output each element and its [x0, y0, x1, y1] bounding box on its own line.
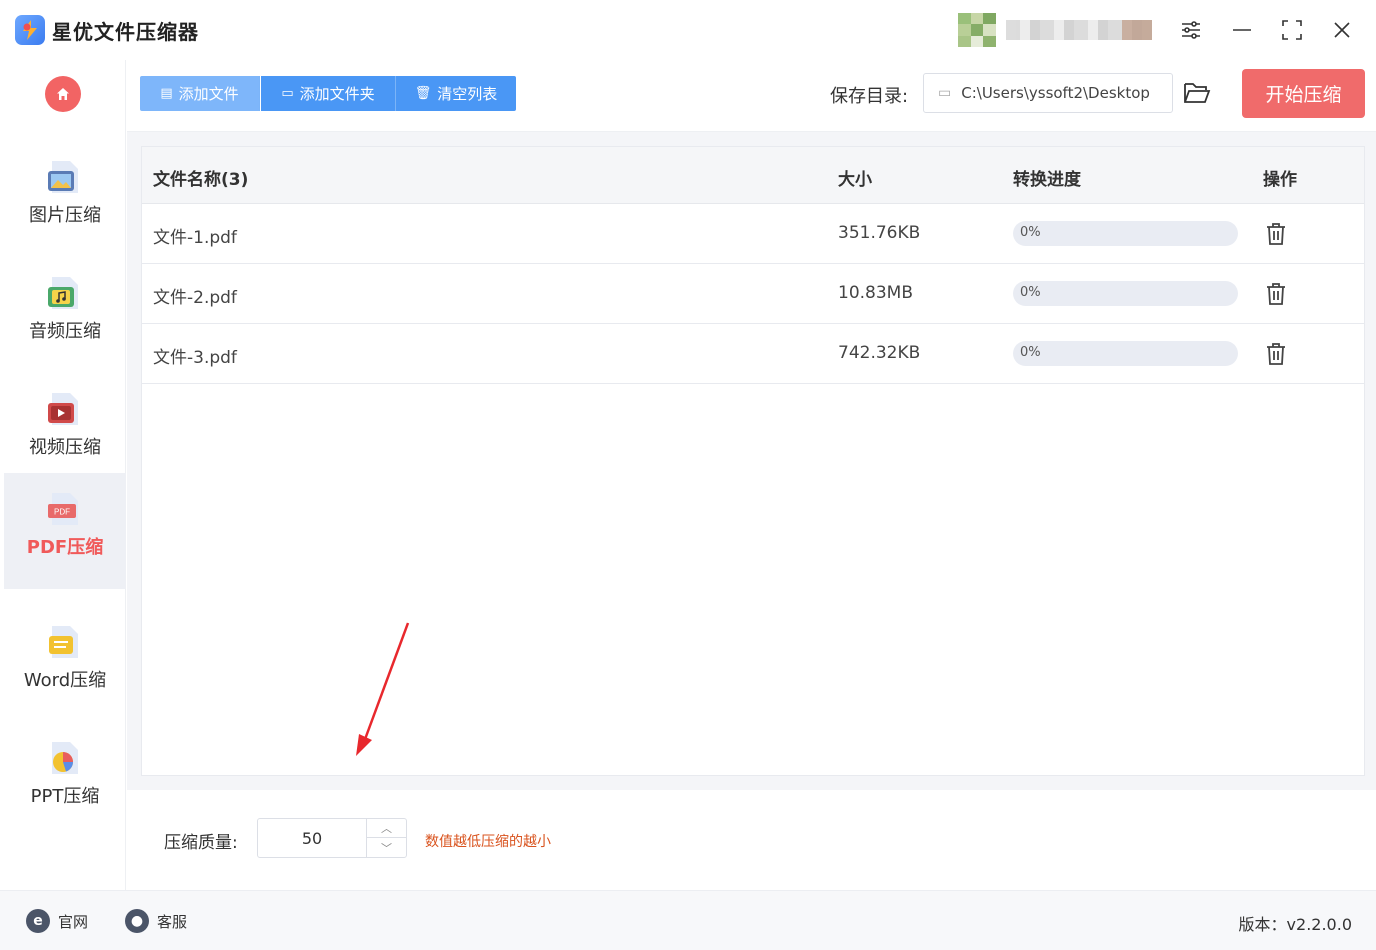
title-bar: 星优文件压缩器: [0, 0, 1376, 60]
folder-open-icon[interactable]: [1183, 80, 1211, 106]
sidebar-item-label: 视频压缩: [29, 437, 101, 458]
header-progress: 转换进度: [1013, 170, 1081, 190]
progress-bar: 0%: [1013, 281, 1238, 306]
svg-text:PDF: PDF: [54, 508, 70, 517]
sidebar-item-label: 图片压缩: [29, 205, 101, 226]
clear-list-button[interactable]: 🗑 清空列表: [396, 76, 516, 111]
user-avatar[interactable]: [958, 13, 996, 47]
word-file-icon: [49, 626, 78, 658]
table-row: 文件-3.pdf 742.32KB 0%: [142, 324, 1364, 384]
progress-text: 0%: [1020, 285, 1041, 300]
sidebar-item-label: PPT压缩: [30, 786, 100, 807]
file-size: 742.32KB: [838, 343, 921, 363]
pdf-file-icon: PDF: [48, 493, 78, 525]
sidebar-item-video[interactable]: 视频压缩: [4, 373, 126, 489]
header-name: 文件名称(3): [153, 170, 249, 190]
folder-icon: ▭: [938, 85, 952, 101]
audio-file-icon: [48, 277, 78, 309]
save-dir-field[interactable]: ▭ C:\Users\yssoft2\Desktop: [923, 73, 1173, 113]
sidebar: 图片压缩 音频压缩 视频压缩 PDF PDF压缩 Word压缩 PPT压缩: [4, 60, 126, 890]
annotation-arrow: [356, 622, 410, 756]
sidebar-item-label: 音频压缩: [29, 321, 101, 342]
add-file-button[interactable]: ▤ 添加文件: [140, 76, 260, 111]
toolbar: ▤ 添加文件 ▭ 添加文件夹 🗑 清空列表 保存目录: ▭ C:\Users\ysso…: [127, 60, 1376, 132]
home-button[interactable]: [45, 76, 81, 112]
sliders-icon[interactable]: [1176, 15, 1206, 45]
compression-settings: 压缩质量: 50 ︿ ﹀ 数值越低压缩的越小: [127, 790, 1376, 890]
delete-icon[interactable]: [1262, 340, 1290, 368]
add-folder-button[interactable]: ▭ 添加文件夹: [261, 76, 396, 111]
user-name-blurred: [1006, 20, 1152, 40]
sidebar-item-label: Word压缩: [23, 670, 107, 691]
home-icon: [57, 88, 69, 100]
increment-button[interactable]: ︿: [366, 819, 406, 838]
table-row: 文件-2.pdf 10.83MB 0%: [142, 264, 1364, 324]
file-size: 351.76KB: [838, 223, 921, 243]
progress-bar: 0%: [1013, 221, 1238, 246]
website-link[interactable]: e 官网: [26, 909, 88, 933]
close-icon[interactable]: [1327, 15, 1357, 45]
chevron-down-icon: ﹀: [381, 841, 392, 855]
video-file-icon: [48, 393, 78, 425]
file-name: 文件-2.pdf: [153, 288, 237, 308]
sidebar-item-ppt[interactable]: PPT压缩: [4, 722, 126, 838]
sidebar-item-audio[interactable]: 音频压缩: [4, 257, 126, 373]
quality-stepper[interactable]: 50 ︿ ﹀: [257, 818, 407, 858]
browser-icon: e: [26, 909, 50, 933]
image-file-icon: [48, 161, 78, 193]
progress-bar: 0%: [1013, 341, 1238, 366]
file-table: 文件名称(3) 大小 转换进度 操作 文件-1.pdf 351.76KB 0% …: [141, 146, 1365, 776]
support-link[interactable]: ● 客服: [125, 909, 187, 933]
version-label: 版本：v2.2.0.0: [1238, 915, 1352, 934]
file-icon: ▤: [160, 86, 173, 101]
header-size: 大小: [838, 170, 872, 190]
file-size: 10.83MB: [838, 283, 913, 303]
table-row: 文件-1.pdf 351.76KB 0%: [142, 204, 1364, 264]
sidebar-item-word[interactable]: Word压缩: [4, 606, 126, 722]
save-dir-path: C:\Users\yssoft2\Desktop: [961, 84, 1150, 102]
quality-input[interactable]: 50: [258, 829, 366, 848]
chat-icon: ●: [125, 909, 149, 933]
save-dir-label: 保存目录:: [830, 86, 909, 107]
file-name: 文件-1.pdf: [153, 228, 237, 248]
chevron-up-icon: ︿: [381, 822, 392, 835]
progress-text: 0%: [1020, 225, 1041, 240]
decrement-button[interactable]: ﹀: [366, 838, 406, 857]
folder-icon: ▭: [281, 86, 294, 101]
quality-label: 压缩质量:: [164, 833, 238, 853]
ppt-file-icon: [52, 742, 78, 774]
delete-icon[interactable]: [1262, 220, 1290, 248]
maximize-icon[interactable]: [1277, 15, 1307, 45]
app-title: 星优文件压缩器: [52, 20, 199, 44]
file-name: 文件-3.pdf: [153, 348, 237, 368]
sidebar-item-pdf[interactable]: PDF PDF压缩: [4, 473, 126, 589]
sidebar-item-image[interactable]: 图片压缩: [4, 141, 126, 257]
footer: e 官网 ● 客服 版本：v2.2.0.0: [0, 890, 1376, 950]
start-compress-button[interactable]: 开始压缩: [1242, 69, 1365, 118]
header-action: 操作: [1263, 170, 1297, 190]
minimize-icon[interactable]: [1227, 15, 1257, 45]
quality-hint: 数值越低压缩的越小: [425, 834, 551, 850]
delete-icon[interactable]: [1262, 280, 1290, 308]
table-header: 文件名称(3) 大小 转换进度 操作: [142, 147, 1364, 204]
app-logo-icon: [15, 15, 45, 45]
trash-icon: 🗑: [414, 86, 432, 101]
progress-text: 0%: [1020, 345, 1041, 360]
sidebar-item-label: PDF压缩: [26, 537, 104, 558]
